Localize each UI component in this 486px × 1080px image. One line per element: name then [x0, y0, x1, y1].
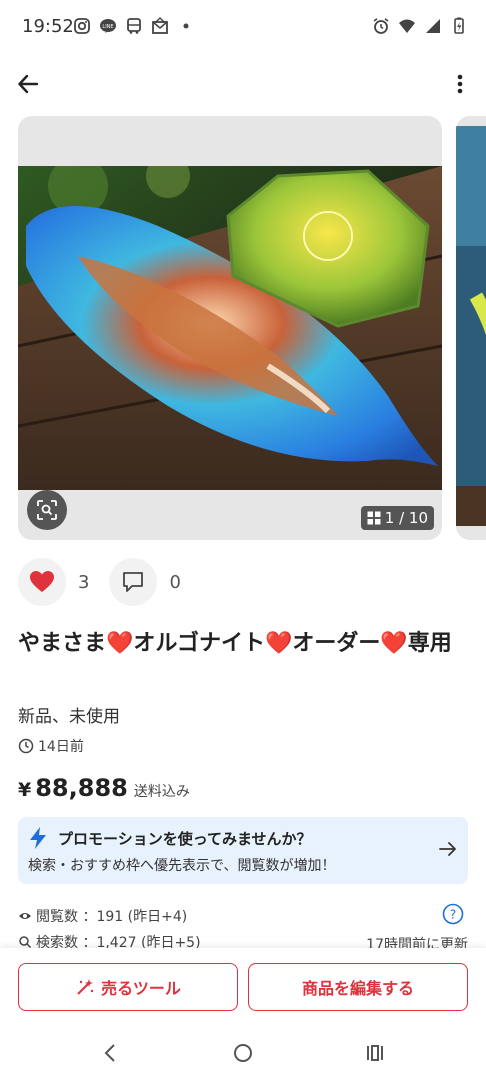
back-button[interactable] [12, 68, 44, 100]
image-search-button[interactable] [27, 490, 67, 530]
product-image-slide[interactable]: 1 / 10 [18, 116, 442, 540]
lightning-icon [30, 827, 46, 849]
nav-back-icon[interactable] [100, 1042, 120, 1064]
edit-item-button[interactable]: 商品を編集する [248, 963, 468, 1011]
like-button[interactable] [18, 558, 66, 606]
next-image-preview[interactable] [456, 116, 486, 540]
status-time: 19:52 [22, 16, 74, 37]
comment-icon [123, 572, 144, 592]
reaction-row: 3 0 [18, 558, 201, 606]
arrow-right-icon [439, 842, 456, 856]
image-counter[interactable]: 1 / 10 [360, 506, 434, 530]
dot-icon [183, 23, 189, 29]
status-right-icons [372, 17, 468, 35]
arrow-left-icon [18, 74, 39, 94]
item-condition: 新品、未使用 [18, 707, 120, 727]
price-row: ¥ 88,888 送料込み [18, 774, 190, 802]
edit-item-label: 商品を編集する [301, 979, 414, 998]
search-icon [19, 936, 32, 949]
status-left-icons: LINE [73, 17, 195, 35]
sell-tool-button[interactable]: 売るツール [18, 963, 238, 1011]
item-title: やまさま❤️オルゴナイト❤️オーダー❤️専用 [18, 631, 452, 656]
alarm-icon [373, 18, 389, 34]
next-photo [456, 116, 486, 540]
bus-icon [127, 18, 141, 34]
nav-home-icon[interactable] [232, 1042, 254, 1064]
comment-button[interactable] [109, 558, 158, 606]
wifi-icon [399, 19, 415, 33]
help-icon[interactable]: ? [442, 903, 464, 925]
status-bar: 19:52 LINE [0, 0, 486, 56]
shipping-label: 送料込み [133, 784, 190, 800]
instagram-icon [74, 18, 90, 34]
signal-icon [426, 19, 440, 33]
posted-time: 14日前 [18, 736, 84, 756]
svg-text:?: ? [450, 908, 456, 922]
nav-recents-icon[interactable] [364, 1042, 386, 1064]
promotion-text: 検索・おすすめ枠へ優先表示で、閲覧数が増加！ [28, 858, 336, 874]
like-count: 3 [78, 571, 90, 593]
promotion-title: プロモーションを使ってみませんか？ [58, 830, 312, 848]
image-carousel[interactable]: 1 / 10 [18, 116, 486, 540]
views-row: 閲覧数 ：191 (昨日+4) ? [18, 903, 468, 929]
product-photo [18, 166, 442, 490]
bottom-action-bar: 売るツール 商品を編集する [0, 948, 486, 1030]
magic-wand-icon [77, 979, 94, 995]
views-text: 閲覧数 ：191 (昨日+4) [36, 909, 188, 925]
eye-icon [19, 913, 31, 919]
heart-icon [30, 571, 54, 592]
scan-icon [37, 500, 57, 520]
sell-tool-label: 売るツール [101, 979, 181, 998]
image-counter-label: 1 / 10 [384, 509, 428, 527]
price-currency: ¥ [18, 779, 32, 801]
posted-time-label: 14日前 [38, 739, 84, 755]
price-value: 88,888 [35, 774, 128, 802]
grid-icon [367, 511, 381, 525]
line-icon: LINE [100, 19, 116, 33]
svg-text:LINE: LINE [102, 24, 113, 30]
top-app-bar [0, 56, 486, 112]
battery-icon [454, 17, 464, 34]
more-options-button[interactable] [448, 68, 472, 100]
mail-icon [152, 17, 168, 34]
promotion-banner[interactable]: プロモーションを使ってみませんか？ 検索・おすすめ枠へ優先表示で、閲覧数が増加！ [18, 817, 468, 884]
more-vertical-icon [457, 74, 463, 94]
comment-count: 0 [169, 571, 181, 593]
system-navigation-bar [0, 1030, 486, 1080]
clock-icon [18, 738, 34, 754]
